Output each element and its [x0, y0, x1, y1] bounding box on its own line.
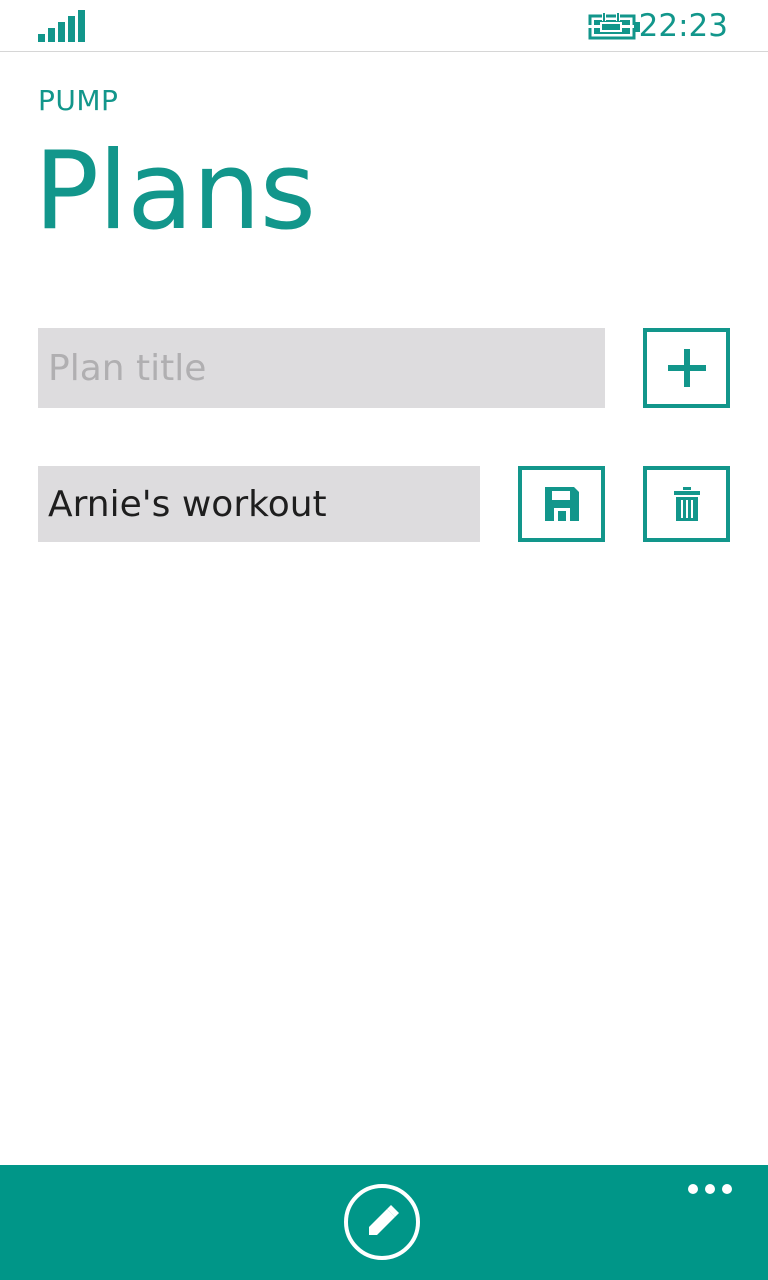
battery-charging-icon — [588, 12, 640, 40]
signal-strength-icon — [38, 10, 85, 42]
app-name: PUMP — [38, 84, 119, 117]
delete-plan-button[interactable] — [643, 466, 730, 542]
application-bar — [0, 1165, 768, 1280]
save-icon — [544, 487, 579, 521]
more-dot — [688, 1184, 698, 1194]
trash-icon — [673, 487, 700, 521]
plus-icon — [667, 349, 706, 387]
edit-button[interactable] — [344, 1184, 420, 1260]
more-dot — [705, 1184, 715, 1194]
plan-name-field[interactable] — [38, 466, 480, 542]
pencil-icon — [369, 1205, 399, 1235]
more-options-button[interactable] — [680, 1177, 740, 1201]
status-bar: 22:23 — [0, 0, 768, 52]
more-dot — [722, 1184, 732, 1194]
page-title: Plans — [34, 129, 316, 254]
status-clock: 22:23 — [638, 8, 728, 44]
plan-title-input[interactable] — [38, 328, 605, 408]
save-plan-button[interactable] — [518, 466, 605, 542]
add-plan-button[interactable] — [643, 328, 730, 408]
